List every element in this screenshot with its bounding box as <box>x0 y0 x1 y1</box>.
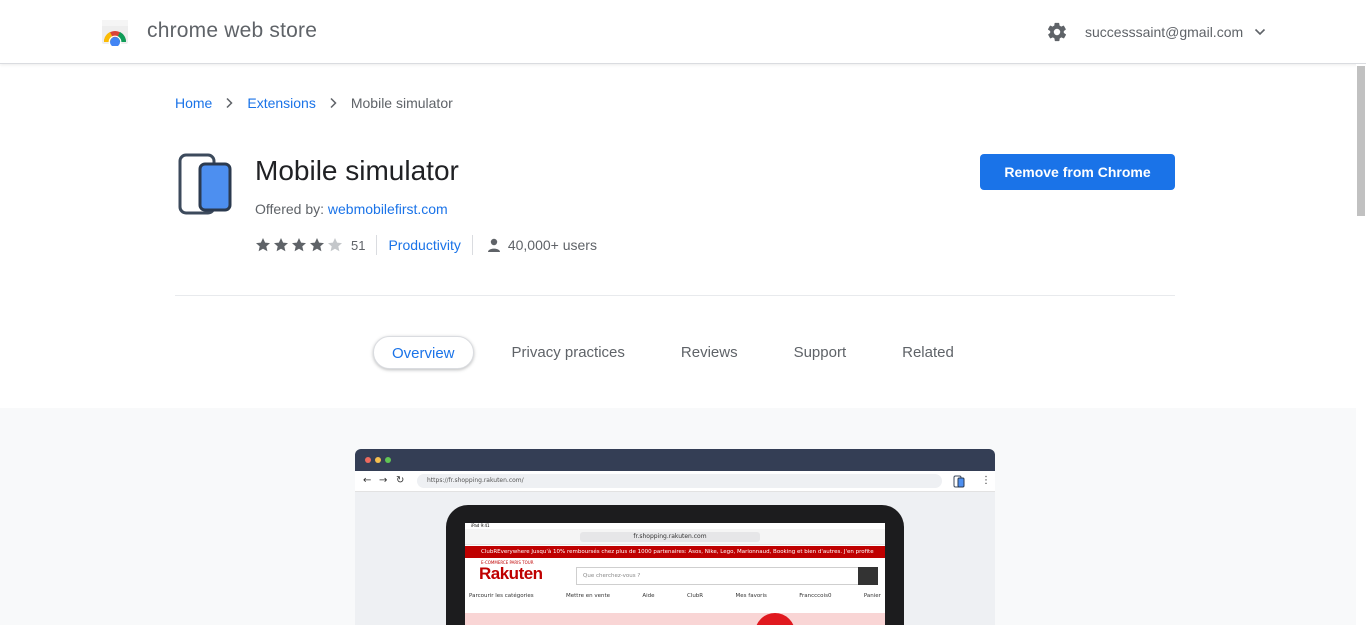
site-nav-item: Aide <box>642 593 655 599</box>
gear-icon[interactable] <box>1046 21 1068 43</box>
extension-meta: 51 Productivity 40,000+ users <box>255 235 597 255</box>
site-search-input: Que cherchez-vous ? <box>576 567 859 585</box>
breadcrumb: Home Extensions Mobile simulator <box>175 95 453 111</box>
chevron-right-icon <box>226 97 233 109</box>
window-close-dot <box>365 457 371 463</box>
meta-divider <box>471 235 473 255</box>
back-arrow-icon: ← <box>363 475 372 486</box>
rakuten-logo: Rakuten <box>479 564 543 583</box>
tablet-screen: iPad 9:41 fr.shopping.rakuten.com ClubRE… <box>465 523 885 625</box>
chevron-down-icon[interactable] <box>1254 27 1266 37</box>
tab-support[interactable]: Support <box>776 336 865 369</box>
site-nav-item: Mettre en vente <box>566 593 610 599</box>
site-nav-item: ClubR <box>686 593 704 599</box>
hero-banner <box>465 613 885 625</box>
tablet-url: fr.shopping.rakuten.com <box>580 532 760 542</box>
star-filled-icon <box>274 238 288 252</box>
category-link[interactable]: Productivity <box>388 237 460 253</box>
site-nav-item: Mes favoris <box>735 593 767 599</box>
offered-by: Offered by: webmobilefirst.com <box>255 201 448 217</box>
top-bar: chrome web store successsaint@gmail.com <box>0 0 1366 64</box>
meta-divider <box>376 235 378 255</box>
rating-count[interactable]: 51 <box>351 238 365 253</box>
store-title[interactable]: chrome web store <box>147 19 317 43</box>
star-filled-icon <box>310 238 324 252</box>
site-nav-item: Francccois0 <box>799 593 832 599</box>
window-maximize-dot <box>385 457 391 463</box>
breadcrumb-home[interactable]: Home <box>175 95 212 111</box>
tablet-url-bar: fr.shopping.rakuten.com <box>465 529 885 545</box>
breadcrumb-current: Mobile simulator <box>350 95 453 111</box>
offered-by-label: Offered by: <box>255 201 325 217</box>
forward-arrow-icon: → <box>379 475 388 486</box>
site-nav-item: Panier <box>863 593 881 599</box>
detail-tabs: Overview Privacy practices Reviews Suppo… <box>373 336 972 369</box>
extension-toolbar-icon <box>953 475 965 488</box>
search-icon <box>858 567 878 585</box>
site-nav: Parcourir les catégories Mettre en vente… <box>469 593 881 605</box>
extension-title: Mobile simulator <box>255 155 459 186</box>
rating-stars[interactable] <box>255 237 345 253</box>
browser-toolbar: ← → ↻ https://fr.shopping.rakuten.com/ ⋮ <box>355 471 995 492</box>
promo-banner: ClubREverywhere Jusqu'à 10% remboursés c… <box>465 546 885 558</box>
chrome-web-store-logo[interactable] <box>101 18 129 46</box>
scrollbar-thumb[interactable] <box>1357 66 1365 216</box>
star-filled-icon <box>292 238 306 252</box>
tab-overview[interactable]: Overview <box>373 336 474 369</box>
tab-reviews[interactable]: Reviews <box>663 336 756 369</box>
tab-privacy-practices[interactable]: Privacy practices <box>494 336 643 369</box>
reload-icon: ↻ <box>396 475 405 486</box>
screenshot-image[interactable]: ← → ↻ https://fr.shopping.rakuten.com/ ⋮… <box>355 449 995 625</box>
breadcrumb-extensions[interactable]: Extensions <box>247 95 315 111</box>
extension-logo-icon <box>178 153 232 215</box>
section-divider <box>175 295 1175 296</box>
user-count: 40,000+ users <box>507 237 597 253</box>
browser-url-bar: https://fr.shopping.rakuten.com/ <box>417 474 942 488</box>
chevron-right-icon <box>330 97 337 109</box>
user-icon <box>487 238 500 252</box>
window-minimize-dot <box>375 457 381 463</box>
star-filled-icon <box>256 238 270 252</box>
star-empty-icon <box>328 238 342 252</box>
browser-titlebar <box>355 449 995 471</box>
site-nav-item: Parcourir les catégories <box>469 593 534 599</box>
account-email[interactable]: successsaint@gmail.com <box>1085 24 1243 40</box>
remove-from-chrome-button[interactable]: Remove from Chrome <box>980 154 1175 190</box>
publisher-link[interactable]: webmobilefirst.com <box>328 201 448 217</box>
tab-related[interactable]: Related <box>884 336 972 369</box>
more-vert-icon: ⋮ <box>981 475 991 486</box>
